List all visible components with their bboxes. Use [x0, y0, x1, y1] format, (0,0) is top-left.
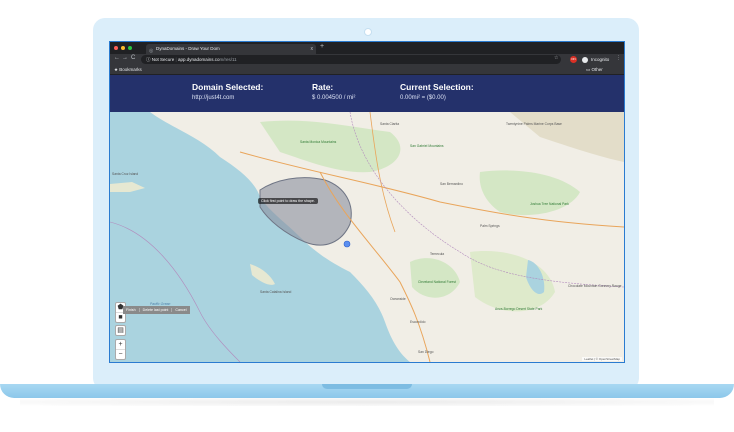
map-label: Santa Catalina Island	[260, 290, 292, 294]
map-label: Santa Monica Mountains	[300, 140, 337, 144]
incognito-icon	[582, 56, 588, 63]
cleveland-forest-area	[410, 258, 460, 298]
layers-control: ▤	[115, 325, 126, 336]
favicon-icon: ◎	[149, 48, 154, 54]
info-icon[interactable]: ⓘ	[146, 57, 151, 62]
map-label: San Diego	[418, 350, 434, 354]
bookmarks-bar: ★ Bookmarks ▭ Other Bookmarks	[110, 65, 624, 82]
forward-button[interactable]: →	[122, 55, 128, 61]
delete-last-point-button[interactable]: Delete last point	[139, 308, 173, 312]
map-label: Joshua Tree National Park	[530, 202, 569, 206]
extension-icon[interactable]: DN	[570, 56, 577, 63]
close-window-icon[interactable]	[114, 46, 118, 50]
map-label: Santa Cruz Island	[112, 172, 139, 176]
laptop-shadow	[20, 398, 714, 406]
map-view[interactable]: Santa Monica Mountains Santa Clarita San…	[110, 112, 624, 362]
rate-title: Rate:	[312, 82, 334, 92]
security-label: Not Secure	[151, 57, 175, 62]
url-path: m/res/11	[219, 57, 237, 62]
joshua-tree-area	[479, 170, 580, 216]
layers-icon[interactable]: ▤	[116, 326, 125, 335]
location-marker	[343, 240, 351, 248]
browser-menu-icon[interactable]: ⋮	[616, 55, 621, 61]
draw-rectangle-icon[interactable]: ■	[116, 313, 125, 322]
zoom-out-button[interactable]: −	[116, 350, 125, 359]
tab-close-icon[interactable]: x	[311, 44, 314, 54]
browser-toolbar: ← → C ⓘ Not Secure | app.dynadomains.com…	[110, 54, 624, 65]
national-forest-area	[260, 120, 401, 173]
bookmark-star-icon[interactable]: ☆	[554, 55, 558, 61]
map-label: San Gabriel Mountains	[410, 144, 444, 148]
address-bar[interactable]: ⓘ Not Secure | app.dynadomains.com/res/1…	[141, 55, 561, 64]
map-label: Twentynine Palms Marine Corps Base	[506, 122, 562, 126]
current-selection-title: Current Selection:	[400, 82, 474, 92]
current-selection-value: 0.00mi² = ($0.00)	[400, 95, 446, 101]
browser-tab[interactable]: ◎ DynaDomains - Draw Your Dom x	[146, 44, 316, 54]
map-tiles[interactable]	[110, 112, 624, 362]
back-button[interactable]: ←	[114, 55, 120, 61]
map-label: Temecula	[430, 252, 445, 256]
draw-hint-tooltip: Click first point to draw the shape.	[258, 198, 318, 204]
map-label: Escondido	[410, 320, 426, 324]
draw-actions-toolbar: Finish Delete last point Cancel	[123, 306, 190, 314]
map-label: Santa Clarita	[380, 122, 400, 126]
url-host: app.dynadomains.co	[177, 57, 220, 62]
map-label: San Bernardino	[440, 182, 463, 186]
bookmarks-button[interactable]: ★ Bookmarks	[114, 65, 142, 75]
domain-selected-title: Domain Selected:	[192, 82, 264, 92]
app-header: Domain Selected: http://just4t.com Rate:…	[110, 75, 624, 112]
tab-title: DynaDomains - Draw Your Dom	[156, 46, 220, 51]
finish-button[interactable]: Finish	[123, 308, 140, 312]
map-label: Oceanside	[390, 297, 406, 301]
incognito-indicator[interactable]: Incognito	[582, 55, 609, 64]
map-label: Anza-Borrego Desert State Park	[495, 307, 543, 311]
laptop-screen: ◎ DynaDomains - Draw Your Dom x + ← → C …	[109, 41, 625, 363]
browser-tab-strip: ◎ DynaDomains - Draw Your Dom x +	[110, 42, 624, 54]
cancel-button[interactable]: Cancel	[172, 308, 189, 312]
laptop-base-notch	[322, 384, 412, 389]
map-label: Cleveland National Forest	[418, 280, 456, 284]
reload-button[interactable]: C	[131, 55, 135, 61]
domain-selected-value: http://just4t.com	[192, 95, 235, 101]
incognito-label: Incognito	[591, 57, 610, 62]
map-label: Palm Springs	[480, 224, 500, 228]
mountain-area	[510, 112, 624, 162]
zoom-in-button[interactable]: +	[116, 340, 125, 350]
webcam-icon	[364, 28, 372, 36]
rate-value: $ 0.004500 / mi²	[312, 95, 356, 101]
map-label: Chocolate Mountain Gunnery Range	[568, 284, 622, 288]
zoom-control: + −	[115, 339, 126, 360]
maximize-window-icon[interactable]	[128, 46, 132, 50]
minimize-window-icon[interactable]	[121, 46, 125, 50]
map-attribution[interactable]: Leaflet | © OpenStreetMap	[582, 357, 622, 361]
new-tab-button[interactable]: +	[320, 43, 324, 50]
bookmarks-label: Bookmarks	[119, 67, 142, 72]
